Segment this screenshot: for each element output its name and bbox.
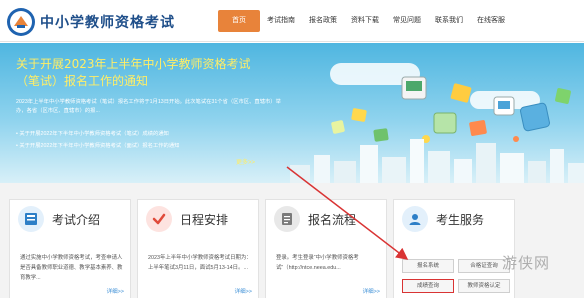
annotation-arrow: [286, 166, 409, 260]
watermark: 游侠网: [502, 254, 551, 272]
